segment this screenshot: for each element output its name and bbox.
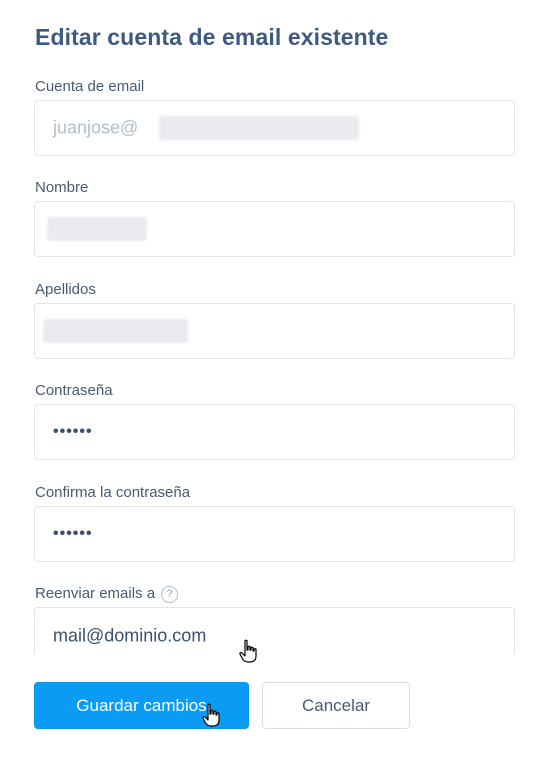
save-button-label: Guardar cambios	[76, 695, 207, 715]
redacted-first-name	[47, 217, 147, 241]
page-title: Editar cuenta de email existente	[35, 24, 389, 50]
email-value: juanjose@	[53, 117, 139, 138]
hand-cursor-icon	[239, 639, 257, 663]
cancel-button-label: Cancelar	[301, 695, 371, 715]
hand-cursor-icon	[202, 703, 220, 727]
confirm-password-value: ••••••	[53, 525, 93, 542]
redacted-last-name	[43, 319, 188, 343]
password-value: ••••••	[53, 423, 93, 440]
email-field[interactable]: juanjose@	[34, 100, 515, 156]
email-label: Cuenta de email	[35, 78, 145, 95]
cancel-button[interactable]: Cancelar	[262, 682, 410, 729]
forward-field[interactable]: mail@dominio.com	[34, 607, 515, 654]
confirm-password-label: Confirma la contraseña	[35, 484, 191, 501]
redacted-email-domain	[159, 116, 359, 140]
password-label: Contraseña	[35, 382, 113, 399]
confirm-password-field[interactable]: ••••••	[34, 506, 515, 562]
last-name-field[interactable]	[34, 303, 515, 359]
forward-value: mail@dominio.com	[53, 625, 207, 646]
last-name-label: Apellidos	[35, 281, 96, 298]
forward-field-clip: mail@dominio.com	[0, 600, 540, 654]
password-field[interactable]: ••••••	[34, 404, 515, 460]
first-name-label: Nombre	[35, 179, 89, 196]
first-name-field[interactable]	[34, 201, 515, 257]
